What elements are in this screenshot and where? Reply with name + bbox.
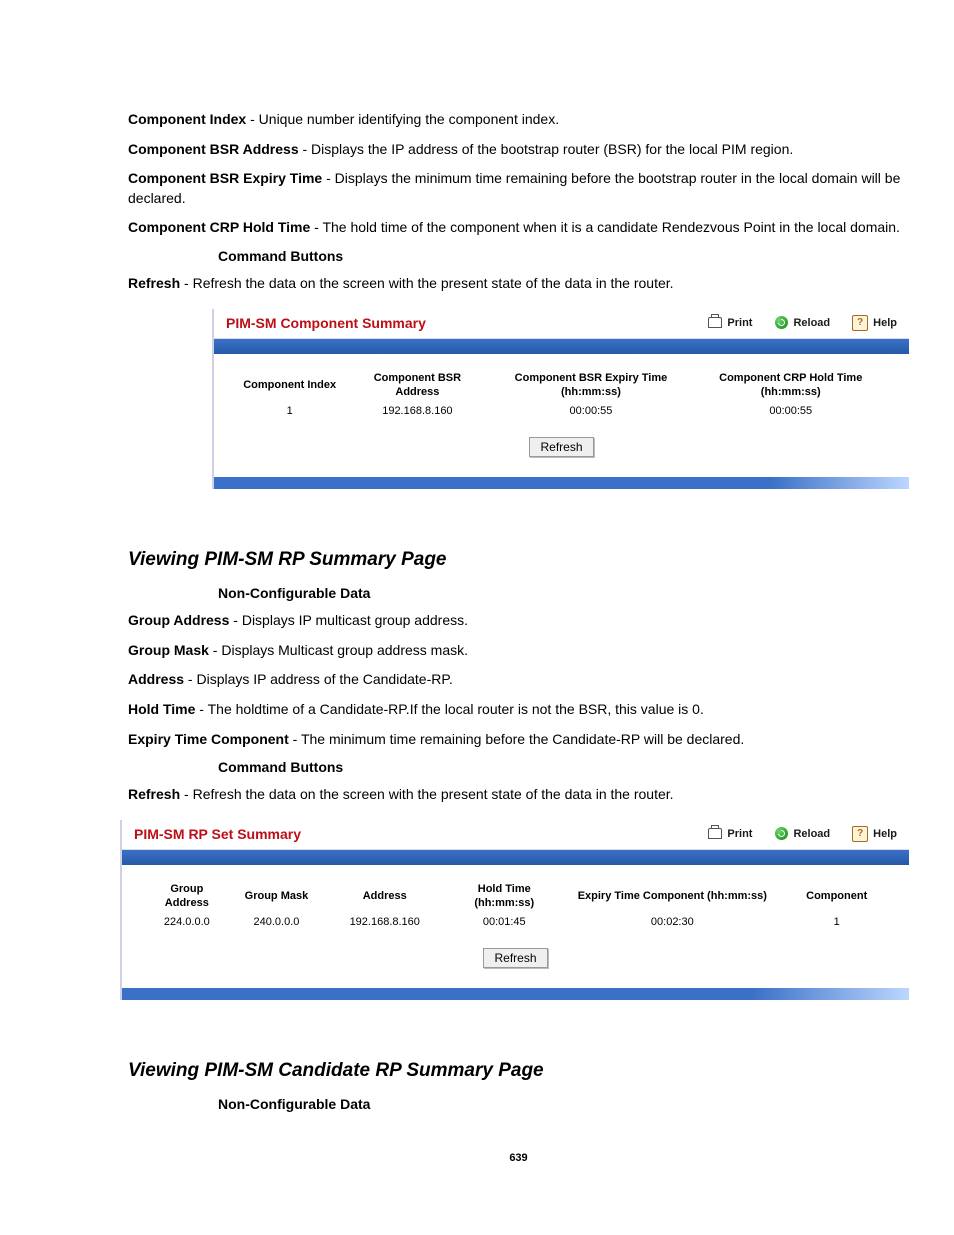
panel-header-bar: [214, 339, 909, 354]
panel-titlebar: PIM-SM RP Set Summary Print Reload ?Help: [122, 820, 909, 850]
panel-footer-bar: [214, 477, 909, 489]
def-address: Address - Displays IP address of the Can…: [128, 670, 909, 690]
heading-candidate-rp-summary: Viewing PIM-SM Candidate RP Summary Page: [128, 1060, 909, 1082]
panel-footer-bar: [122, 988, 909, 1000]
def-group-address: Group Address - Displays IP multicast gr…: [128, 611, 909, 631]
panel-title: PIM-SM RP Set Summary: [134, 826, 686, 842]
table-header-row: Group Address Group Mask Address Hold Ti…: [142, 879, 889, 914]
panel-pim-sm-component-summary: PIM-SM Component Summary Print Reload ?H…: [212, 309, 909, 490]
heading-nonconfigurable: Non-Configurable Data: [218, 585, 909, 601]
def-component-crp-hold: Component CRP Hold Time - The hold time …: [128, 218, 909, 238]
def-refresh: Refresh - Refresh the data on the screen…: [128, 274, 909, 294]
reload-icon: [774, 827, 788, 841]
refresh-button[interactable]: Refresh: [529, 437, 593, 457]
cell-crp-hold: 00:00:55: [692, 402, 889, 427]
def-component-bsr-address: Component BSR Address - Displays the IP …: [128, 140, 909, 160]
col-group-mask: Group Mask: [232, 879, 322, 914]
col-hold-time: Hold Time (hh:mm:ss): [448, 879, 560, 914]
print-button[interactable]: Print: [708, 827, 752, 841]
print-button[interactable]: Print: [708, 316, 752, 330]
page-number: 639: [128, 1152, 909, 1164]
cell-hold-time: 00:01:45: [448, 913, 560, 938]
cell-group-mask: 240.0.0.0: [232, 913, 322, 938]
col-crp-hold: Component CRP Hold Time (hh:mm:ss): [692, 368, 889, 403]
cell-component: 1: [784, 913, 889, 938]
heading-rp-summary: Viewing PIM-SM RP Summary Page: [128, 549, 909, 571]
table-row: 1 192.168.8.160 00:00:55 00:00:55: [234, 402, 889, 427]
cell-bsr-address: 192.168.8.160: [345, 402, 489, 427]
rp-set-summary-table: Group Address Group Mask Address Hold Ti…: [142, 879, 889, 939]
help-button[interactable]: ?Help: [852, 315, 897, 331]
panel-title: PIM-SM Component Summary: [226, 315, 686, 331]
component-summary-table: Component Index Component BSR Address Co…: [234, 368, 889, 428]
print-icon: [708, 316, 722, 330]
heading-command-buttons: Command Buttons: [218, 248, 909, 264]
def-component-bsr-expiry: Component BSR Expiry Time - Displays the…: [128, 169, 909, 208]
help-icon: ?: [852, 315, 868, 331]
cell-address: 192.168.8.160: [321, 913, 448, 938]
col-component-index: Component Index: [234, 368, 345, 403]
col-bsr-address: Component BSR Address: [345, 368, 489, 403]
reload-button[interactable]: Reload: [774, 827, 830, 841]
table-header-row: Component Index Component BSR Address Co…: [234, 368, 889, 403]
panel-pim-sm-rp-set-summary: PIM-SM RP Set Summary Print Reload ?Help…: [120, 820, 909, 1001]
def-group-mask: Group Mask - Displays Multicast group ad…: [128, 641, 909, 661]
def-hold-time: Hold Time - The holdtime of a Candidate-…: [128, 700, 909, 720]
reload-icon: [774, 316, 788, 330]
cell-bsr-expiry: 00:00:55: [489, 402, 692, 427]
def-expiry-time-component: Expiry Time Component - The minimum time…: [128, 730, 909, 750]
print-icon: [708, 827, 722, 841]
reload-button[interactable]: Reload: [774, 316, 830, 330]
help-button[interactable]: ?Help: [852, 826, 897, 842]
table-row: 224.0.0.0 240.0.0.0 192.168.8.160 00:01:…: [142, 913, 889, 938]
heading-nonconfigurable-2: Non-Configurable Data: [218, 1096, 909, 1112]
col-address: Address: [321, 879, 448, 914]
help-icon: ?: [852, 826, 868, 842]
cell-index: 1: [234, 402, 345, 427]
def-component-index: Component Index - Unique number identify…: [128, 110, 909, 130]
heading-command-buttons-2: Command Buttons: [218, 759, 909, 775]
def-refresh-2: Refresh - Refresh the data on the screen…: [128, 785, 909, 805]
col-expiry-time: Expiry Time Component (hh:mm:ss): [560, 879, 784, 914]
panel-header-bar: [122, 850, 909, 865]
col-component: Component: [784, 879, 889, 914]
cell-expiry-time: 00:02:30: [560, 913, 784, 938]
panel-titlebar: PIM-SM Component Summary Print Reload ?H…: [214, 309, 909, 339]
col-group-address: Group Address: [142, 879, 232, 914]
cell-group-address: 224.0.0.0: [142, 913, 232, 938]
col-bsr-expiry: Component BSR Expiry Time (hh:mm:ss): [489, 368, 692, 403]
refresh-button[interactable]: Refresh: [483, 948, 547, 968]
